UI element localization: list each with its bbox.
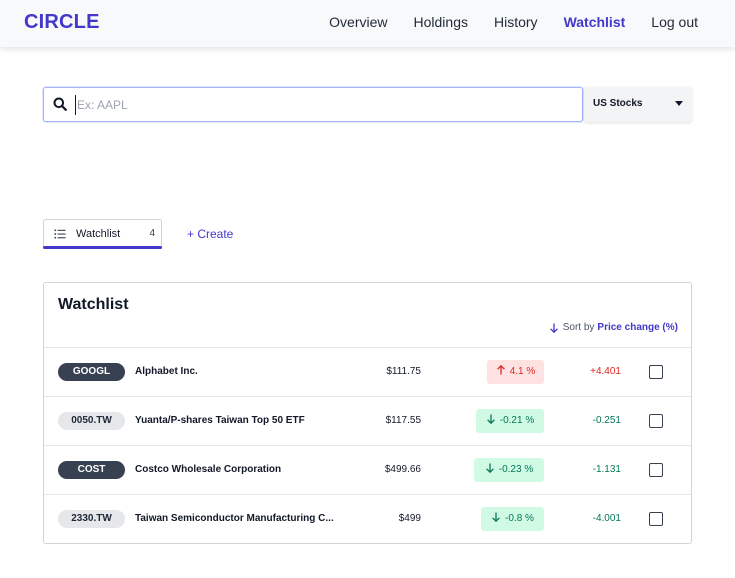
search-icon xyxy=(53,97,67,111)
nav-logout[interactable]: Log out xyxy=(651,14,698,30)
row-checkbox[interactable] xyxy=(649,512,663,526)
stock-name: Yuanta/P-shares Taiwan Top 50 ETF xyxy=(135,415,305,426)
table-row[interactable]: COST Costco Wholesale Corporation $499.66 -… xyxy=(44,446,691,494)
card-title: Watchlist xyxy=(58,296,129,313)
stock-name: Taiwan Semiconductor Manufacturing C... xyxy=(135,513,334,524)
price-change-pct-badge: -0.8 % xyxy=(481,507,544,531)
arrow-up-icon xyxy=(496,364,505,375)
search-box xyxy=(43,87,583,122)
price-change-pct: -0.23 % xyxy=(498,464,534,475)
sort-prefix: Sort by xyxy=(562,322,595,333)
tab-watchlist-label: Watchlist xyxy=(76,228,121,240)
stock-price: $111.75 xyxy=(386,366,421,377)
nav-holdings[interactable]: Holdings xyxy=(414,14,468,30)
price-change-value: -4.001 xyxy=(592,513,621,524)
ticker-badge[interactable]: 0050.TW xyxy=(58,412,125,430)
price-change-pct: -0.21 % xyxy=(499,415,535,426)
table-row[interactable]: 0050.TW Yuanta/P-shares Taiwan Top 50 ETF… xyxy=(44,397,691,445)
ticker-badge[interactable]: GOOGL xyxy=(58,363,125,381)
nav-overview[interactable]: Overview xyxy=(329,14,387,30)
price-change-pct: -0.8 % xyxy=(505,513,534,524)
price-change-pct-badge: 4.1 % xyxy=(487,360,544,384)
stock-name: Alphabet Inc. xyxy=(135,366,198,377)
create-watchlist-button[interactable]: + Create xyxy=(187,227,233,241)
stock-price: $117.55 xyxy=(385,415,421,426)
price-change-value: -0.251 xyxy=(592,415,621,426)
table-row[interactable]: 2330.TW Taiwan Semiconductor Manufacturin… xyxy=(44,495,691,543)
price-change-pct-badge: -0.23 % xyxy=(474,458,544,482)
watchlist-card: Watchlist Sort by Price change (%) GOOGL… xyxy=(43,282,692,544)
price-change-value: -1.131 xyxy=(592,464,621,475)
main-nav: Overview Holdings History Watchlist Log … xyxy=(303,14,698,30)
table-row[interactable]: GOOGL Alphabet Inc. $111.75 4.1 % +4.401 xyxy=(44,348,691,396)
market-select-value: US Stocks xyxy=(593,98,643,109)
tab-watchlist[interactable]: Watchlist 4 xyxy=(43,219,162,248)
arrow-down-icon xyxy=(485,463,494,474)
sort-field: Price change (%) xyxy=(597,322,678,333)
top-header: CIRCLE Overview Holdings History Watchli… xyxy=(0,0,735,47)
tab-watchlist-count: 4 xyxy=(149,228,155,239)
price-change-pct: 4.1 % xyxy=(509,366,536,377)
ticker-badge[interactable]: 2330.TW xyxy=(58,510,125,528)
caret-down-icon xyxy=(675,101,683,106)
app-logo[interactable]: CIRCLE xyxy=(24,11,100,34)
arrow-down-icon xyxy=(549,323,558,333)
stock-name: Costco Wholesale Corporation xyxy=(135,464,282,475)
market-select[interactable]: US Stocks xyxy=(584,87,692,122)
row-checkbox[interactable] xyxy=(649,365,663,379)
row-checkbox[interactable] xyxy=(649,463,663,477)
active-tab-indicator xyxy=(43,246,162,249)
stock-price: $499 xyxy=(398,513,421,524)
stock-price: $499.66 xyxy=(384,464,421,475)
ticker-badge[interactable]: COST xyxy=(58,461,125,479)
list-icon xyxy=(54,229,66,239)
row-checkbox[interactable] xyxy=(649,414,663,428)
arrow-down-icon xyxy=(486,414,495,425)
nav-watchlist[interactable]: Watchlist xyxy=(564,14,626,30)
arrow-down-icon xyxy=(492,512,500,523)
search-input[interactable] xyxy=(75,95,565,115)
nav-history[interactable]: History xyxy=(494,14,538,30)
sort-control[interactable]: Sort by Price change (%) xyxy=(549,322,678,333)
price-change-pct-badge: -0.21 % xyxy=(476,409,544,433)
price-change-value: +4.401 xyxy=(590,366,621,377)
